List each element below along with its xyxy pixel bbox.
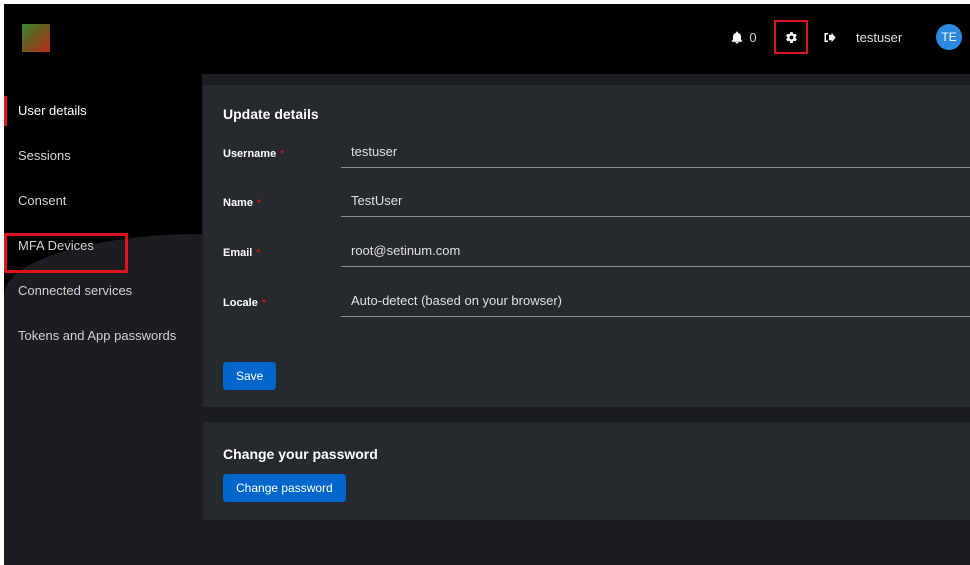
required-marker: * — [256, 248, 261, 259]
sidebar-item-label: Sessions — [18, 148, 71, 163]
email-label: Email * — [223, 247, 260, 259]
gear-icon — [785, 31, 797, 43]
locale-select[interactable]: Auto-detect (based on your browser) — [341, 285, 970, 317]
locale-label: Locale * — [223, 297, 266, 309]
change-password-card: Change your password Change password — [203, 422, 970, 520]
update-details-card: Update details Username * testuser Name * … — [203, 85, 970, 407]
username-label: Username * — [223, 148, 284, 160]
locale-row: Locale * Auto-detect (based on your brows… — [223, 285, 970, 325]
sidebar-item-connected-services[interactable]: Connected services — [4, 268, 202, 313]
bell-icon — [732, 31, 743, 43]
save-button[interactable]: Save — [223, 362, 277, 390]
avatar[interactable]: TE — [936, 24, 962, 50]
name-row: Name * TestUser — [223, 185, 970, 225]
name-field[interactable]: TestUser — [341, 185, 970, 217]
sidebar-item-tokens[interactable]: Tokens and App passwords — [4, 313, 202, 358]
required-marker: * — [280, 149, 285, 160]
logout-icon — [824, 32, 836, 42]
sidebar-item-label: Tokens and App passwords — [18, 328, 177, 343]
username-label-text: Username — [223, 148, 277, 160]
sidebar-item-label: Connected services — [18, 283, 133, 298]
notifications-count: 0 — [749, 29, 757, 45]
username-row: Username * testuser — [223, 136, 970, 176]
settings-button[interactable] — [774, 20, 808, 54]
email-row: Email * root@setinum.com — [223, 235, 970, 275]
sidebar-item-sessions[interactable]: Sessions — [4, 133, 202, 178]
required-marker: * — [256, 198, 261, 209]
logout-button[interactable] — [816, 22, 844, 52]
sidebar-item-label: Consent — [18, 193, 67, 208]
app-frame: 0 testuser TE User details Sessions Cons… — [4, 4, 970, 565]
change-password-title: Change your password — [223, 446, 378, 462]
logo[interactable] — [22, 24, 50, 52]
name-label-text: Name — [223, 197, 253, 209]
user-menu[interactable]: testuser — [856, 22, 926, 52]
change-password-button[interactable]: Change password — [223, 474, 346, 502]
sidebar-item-label: User details — [18, 103, 87, 118]
name-label: Name * — [223, 197, 261, 209]
notifications-button[interactable]: 0 — [727, 22, 761, 52]
sidebar: User details Sessions Consent MFA Device… — [4, 74, 202, 565]
update-details-title: Update details — [223, 106, 319, 122]
username-field[interactable]: testuser — [341, 136, 970, 168]
sidebar-item-user-details[interactable]: User details — [4, 88, 202, 133]
required-marker: * — [261, 298, 266, 309]
sidebar-item-mfa-devices[interactable]: MFA Devices — [4, 223, 202, 268]
email-field[interactable]: root@setinum.com — [341, 235, 970, 267]
sidebar-item-consent[interactable]: Consent — [4, 178, 202, 223]
email-label-text: Email — [223, 247, 253, 259]
top-bar: 0 testuser TE — [4, 4, 970, 74]
sidebar-item-label: MFA Devices — [18, 238, 94, 253]
sidebar-nav: User details Sessions Consent MFA Device… — [4, 88, 202, 358]
locale-label-text: Locale — [223, 297, 258, 309]
